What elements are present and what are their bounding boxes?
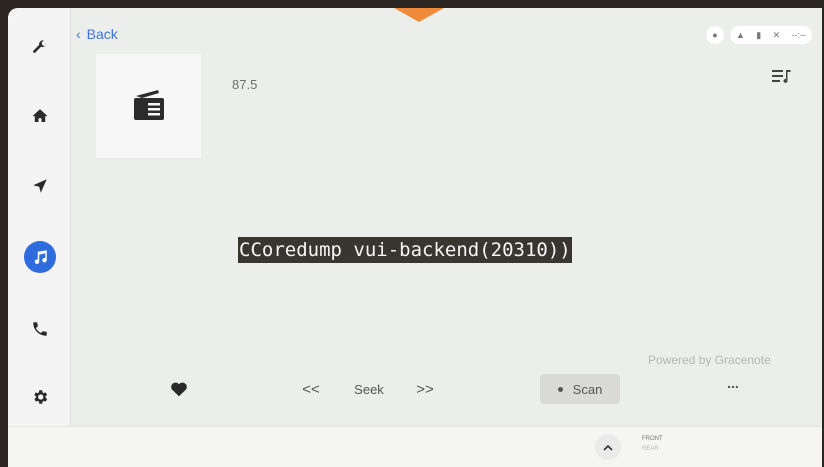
music-icon[interactable] (24, 241, 56, 273)
scan-button[interactable]: Scan (540, 374, 620, 404)
seek-back-button[interactable]: << (298, 374, 324, 404)
wrench-icon[interactable] (24, 32, 56, 64)
bottom-bar: FRONT REAR (8, 426, 822, 467)
front-label: FRONT (642, 436, 663, 442)
signal-icon: ▮ (756, 29, 762, 40)
seat-zone-toggle[interactable]: FRONT REAR (642, 434, 663, 454)
person-icon: ▲ (736, 30, 745, 40)
heart-icon (171, 382, 187, 397)
connectivity-status[interactable]: ▲ ▮ ✕ --:-- (730, 26, 812, 44)
more-options-button[interactable]: ... (718, 368, 748, 398)
playlist-icon[interactable] (772, 69, 792, 88)
seek-label: Seek (354, 381, 384, 397)
sidebar (8, 8, 71, 426)
error-overlay-text: CCoredump vui-backend(20310)) (238, 237, 572, 263)
chevron-left-icon: ‹ (76, 26, 81, 42)
bluetooth-icon: ✕ (772, 29, 781, 40)
gear-icon[interactable] (24, 381, 56, 413)
seek-forward-button[interactable]: >> (412, 374, 438, 404)
station-artwork (96, 54, 201, 158)
phone-icon[interactable] (24, 313, 56, 345)
scan-dot-icon (557, 386, 563, 392)
expand-button[interactable] (595, 434, 621, 460)
radio-icon (133, 90, 164, 120)
chevron-up-icon (603, 444, 613, 451)
rear-label: REAR (642, 446, 659, 452)
scan-label: Scan (572, 381, 603, 397)
back-button[interactable]: ‹ Back (76, 26, 124, 42)
navigation-icon[interactable] (24, 170, 56, 202)
home-icon[interactable] (24, 100, 56, 132)
station-frequency: 87.5 (232, 77, 258, 92)
lock-status-icon[interactable]: ● (706, 26, 724, 44)
gracenote-attribution: Powered by Gracenote (648, 353, 771, 367)
favorite-button[interactable] (164, 374, 194, 404)
notch-indicator (394, 8, 444, 22)
back-label: Back (86, 26, 118, 42)
status-area: ● ▲ ▮ ✕ --:-- (706, 26, 812, 44)
status-time: --:-- (791, 30, 807, 40)
infotainment-screen: ‹ Back ● ▲ ▮ ✕ --:-- 87.5 CCoredump vui-b… (8, 8, 822, 467)
